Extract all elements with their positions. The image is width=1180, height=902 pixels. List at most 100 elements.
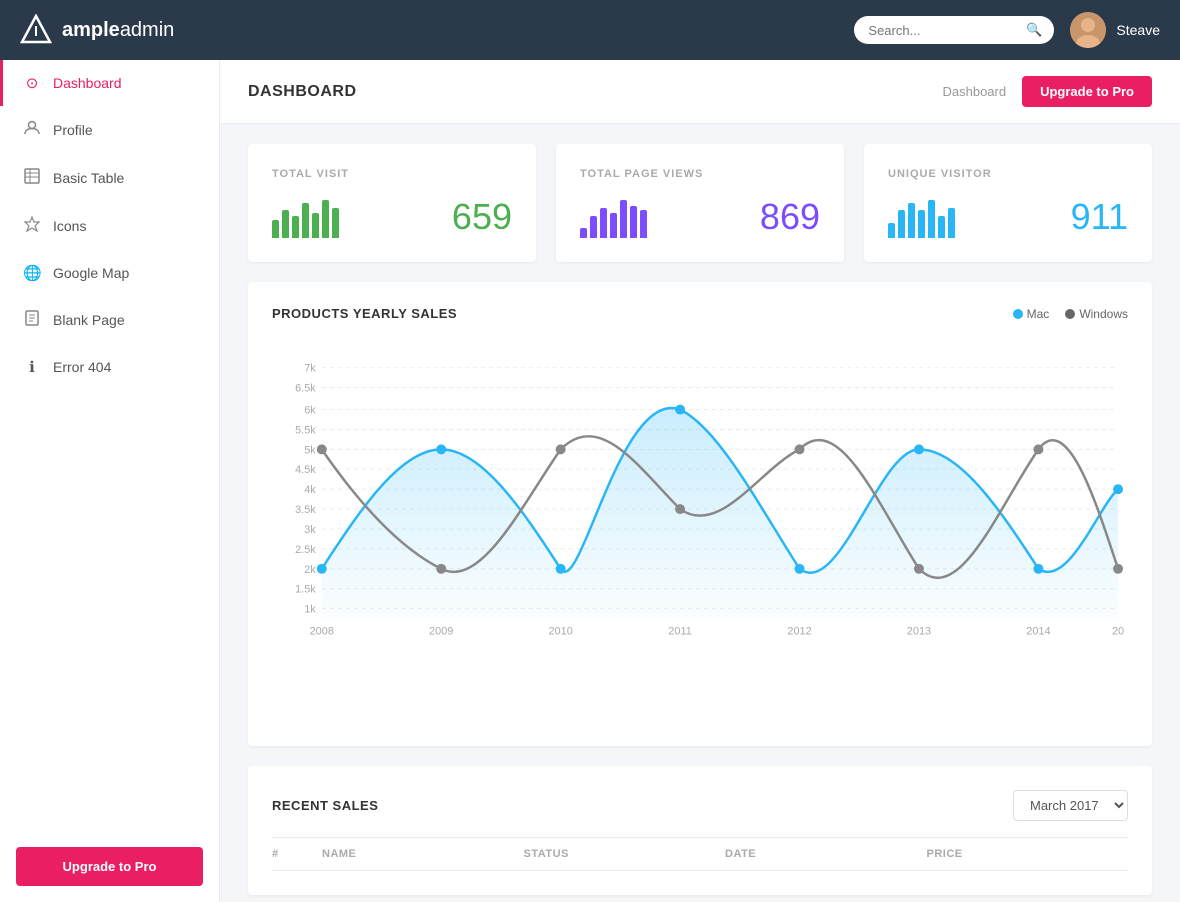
sidebar-label-icons: Icons (53, 218, 86, 234)
search-input[interactable] (868, 23, 1018, 38)
stat-value-unique-visitor: 911 (1071, 196, 1128, 238)
topnav: ampleadmin 🔍 Steave (0, 0, 1180, 60)
col-status: STATUS (524, 848, 726, 860)
bar (600, 208, 607, 238)
svg-text:2014: 2014 (1026, 625, 1050, 637)
svg-text:1k: 1k (304, 604, 316, 616)
search-box[interactable]: 🔍 (854, 16, 1054, 44)
bar (640, 210, 647, 238)
icons-icon (23, 216, 41, 236)
bar (928, 200, 935, 238)
stats-row: TOTAL VISIT 659 TOTAL PAGE VI (220, 124, 1180, 282)
bar (620, 200, 627, 238)
svg-text:2008: 2008 (310, 625, 334, 637)
table-header: # NAME STATUS DATE PRICE (272, 837, 1128, 871)
line-chart: .grid-line { stroke: #e8ecf0; stroke-wid… (272, 337, 1128, 717)
sidebar-upgrade-button[interactable]: Upgrade to Pro (16, 847, 203, 886)
windows-dot (556, 444, 566, 454)
sidebar-item-basic-table[interactable]: Basic Table (0, 154, 219, 202)
bar (908, 203, 915, 238)
stat-card-total-page-views: TOTAL PAGE VIEWS 869 (556, 144, 844, 262)
svg-text:6.5k: 6.5k (295, 383, 316, 395)
sidebar-item-blank-page[interactable]: Blank Page (0, 296, 219, 344)
page-title: DASHBOARD (248, 83, 357, 101)
sidebar-item-error-404[interactable]: ℹ Error 404 (0, 344, 219, 390)
basic-table-icon (23, 168, 41, 188)
col-number: # (272, 848, 322, 860)
dashboard-icon: ⊙ (23, 74, 41, 92)
windows-dot (1113, 564, 1123, 574)
stat-label-total-visit: TOTAL VISIT (272, 168, 512, 180)
stat-value-total-visit: 659 (452, 196, 512, 238)
bar (292, 216, 299, 238)
sidebar: ⊙ Dashboard Profile Basic Table (0, 60, 220, 902)
svg-text:2k: 2k (304, 564, 316, 576)
sidebar-item-icons[interactable]: Icons (0, 202, 219, 250)
sidebar-item-profile[interactable]: Profile (0, 106, 219, 154)
bar (938, 216, 945, 238)
col-name: NAME (322, 848, 524, 860)
col-date: DATE (725, 848, 927, 860)
windows-dot (1033, 444, 1043, 454)
chart-container: .grid-line { stroke: #e8ecf0; stroke-wid… (272, 337, 1128, 722)
stat-body-total-page-views: 869 (580, 196, 820, 238)
error-icon: ℹ (23, 358, 41, 376)
topnav-right: 🔍 Steave (854, 12, 1160, 48)
logo: ampleadmin (20, 14, 174, 46)
logo-icon (20, 14, 52, 46)
sidebar-label-basic-table: Basic Table (53, 170, 124, 186)
sidebar-label-dashboard: Dashboard (53, 75, 122, 91)
header-upgrade-button[interactable]: Upgrade to Pro (1022, 76, 1152, 107)
legend-dot-windows (1065, 309, 1075, 319)
stat-label-unique-visitor: UNIQUE VISITOR (888, 168, 1128, 180)
bar (312, 213, 319, 238)
main-content: DASHBOARD Dashboard Upgrade to Pro TOTAL… (220, 60, 1180, 902)
blank-page-icon (23, 310, 41, 330)
chart-section: PRODUCTS YEARLY SALES Mac Windows (248, 282, 1152, 746)
bar (322, 200, 329, 238)
sidebar-label-profile: Profile (53, 122, 93, 138)
bar (302, 203, 309, 238)
sidebar-label-error-404: Error 404 (53, 359, 111, 375)
svg-text:2013: 2013 (907, 625, 931, 637)
bar (590, 216, 597, 238)
chart-legend: Mac Windows (1013, 307, 1128, 321)
svg-text:6k: 6k (304, 405, 316, 417)
recent-title: RECENT SALES (272, 798, 378, 813)
svg-text:1.5k: 1.5k (295, 584, 316, 596)
windows-dot (914, 564, 924, 574)
bar (948, 208, 955, 238)
svg-text:2009: 2009 (429, 625, 453, 637)
stat-bars-total-page-views (580, 198, 647, 238)
user-area: Steave (1070, 12, 1160, 48)
stat-label-total-page-views: TOTAL PAGE VIEWS (580, 168, 820, 180)
col-price: PRICE (927, 848, 1129, 860)
svg-text:20: 20 (1112, 625, 1124, 637)
logo-text: ampleadmin (62, 19, 174, 42)
date-filter-select[interactable]: March 2017 (1013, 790, 1128, 821)
stat-body-total-visit: 659 (272, 196, 512, 238)
svg-text:5k: 5k (304, 444, 316, 456)
recent-header: RECENT SALES March 2017 (272, 790, 1128, 821)
windows-dot (795, 444, 805, 454)
breadcrumb: Dashboard (942, 84, 1006, 99)
bar (918, 210, 925, 238)
search-icon: 🔍 (1026, 22, 1042, 38)
svg-text:3k: 3k (304, 524, 316, 536)
stat-bars-unique-visitor (888, 198, 955, 238)
mac-dot (556, 564, 566, 574)
windows-dot (675, 504, 685, 514)
sidebar-item-google-map[interactable]: 🌐 Google Map (0, 250, 219, 296)
sidebar-label-google-map: Google Map (53, 265, 129, 281)
bar (610, 213, 617, 238)
mac-dot (914, 444, 924, 454)
svg-text:2011: 2011 (668, 625, 692, 637)
stat-body-unique-visitor: 911 (888, 196, 1128, 238)
chart-title: PRODUCTS YEARLY SALES (272, 306, 457, 321)
mac-dot (675, 405, 685, 415)
header-right: Dashboard Upgrade to Pro (942, 76, 1152, 107)
sidebar-item-dashboard[interactable]: ⊙ Dashboard (0, 60, 219, 106)
bar (282, 210, 289, 238)
bar (888, 223, 895, 238)
bar (898, 210, 905, 238)
